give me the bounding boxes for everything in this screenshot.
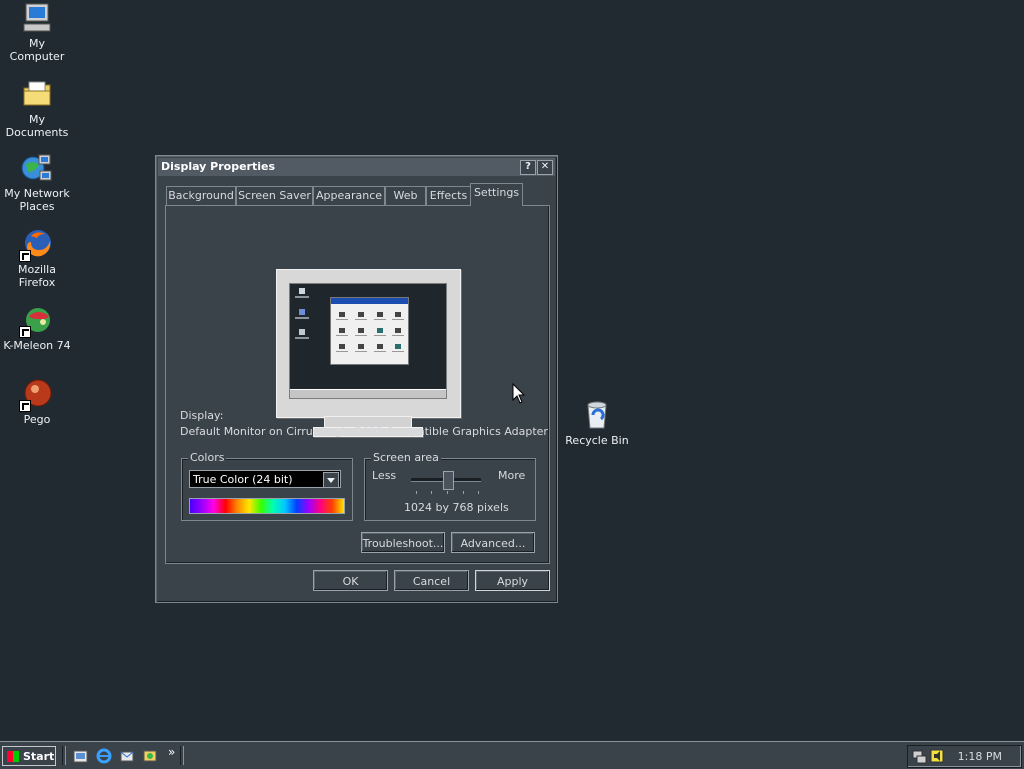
colors-group: Colors True Color (24 bit) [181, 451, 353, 521]
advanced-button[interactable]: Advanced... [451, 532, 535, 553]
cancel-button[interactable]: Cancel [394, 570, 469, 591]
internet-explorer-icon[interactable] [96, 748, 112, 764]
computer-icon [21, 2, 53, 34]
k-meleon-icon [19, 304, 53, 338]
colors-dropdown[interactable]: True Color (24 bit) [189, 470, 341, 488]
desktop-icon-label: K-Meleon 74 [3, 339, 71, 352]
settings-tab-panel: Display: Default Monitor on Cirrus Logic… [165, 205, 550, 564]
screen-area-group-title: Screen area [371, 451, 441, 464]
tab-screen-saver[interactable]: Screen Saver [236, 186, 313, 205]
documents-folder-icon [21, 78, 53, 110]
desktop-icon-recycle-bin[interactable]: Recycle Bin [560, 399, 634, 447]
shortcut-arrow-icon [19, 326, 31, 338]
desktop-icon-pego[interactable]: Pego [0, 378, 74, 426]
resolution-value-text: 1024 by 768 pixels [404, 501, 509, 514]
tab-effects[interactable]: Effects [426, 186, 471, 205]
slider-tick [447, 491, 448, 494]
network-globe-icon [21, 152, 53, 184]
colors-group-title: Colors [188, 451, 227, 464]
window-title: Display Properties [161, 160, 276, 173]
show-desktop-icon[interactable] [73, 748, 89, 764]
close-button[interactable]: ✕ [537, 160, 553, 175]
tab-web[interactable]: Web [385, 186, 426, 205]
desktop-icon-mozilla-firefox[interactable]: Mozilla Firefox [0, 228, 74, 289]
slider-tick [478, 491, 479, 494]
view-channels-icon[interactable] [142, 748, 158, 764]
help-button[interactable]: ? [520, 160, 536, 175]
slider-tick [416, 491, 417, 494]
system-tray: 1:18 PM [907, 745, 1022, 768]
outlook-express-icon[interactable] [119, 748, 135, 764]
tab-settings[interactable]: Settings [470, 183, 523, 206]
ok-button[interactable]: OK [313, 570, 388, 591]
desktop-icon-my-documents[interactable]: My Documents [0, 78, 74, 139]
display-properties-window: Display Properties ? ✕ Background Screen… [155, 155, 558, 603]
pego-icon [19, 378, 53, 412]
desktop-icon-label: My Network Places [4, 187, 70, 213]
taskbar-separator [180, 746, 184, 765]
desktop-icon-k-meleon[interactable]: K-Meleon 74 [0, 304, 74, 352]
start-button[interactable]: Start [2, 746, 56, 766]
colors-selected-value: True Color (24 bit) [193, 473, 293, 486]
quicklaunch-overflow-chevron[interactable]: » [168, 745, 175, 759]
taskbar-separator [62, 746, 66, 765]
color-spectrum-bar [189, 498, 345, 514]
recycle-bin-icon [581, 399, 613, 431]
chevron-down-icon[interactable] [323, 472, 339, 488]
firefox-icon [19, 228, 53, 262]
screen-area-less-label: Less [372, 469, 397, 482]
preview-taskbar [290, 389, 446, 398]
slider-tick [431, 491, 432, 494]
desktop-icon-label: My Computer [9, 37, 65, 63]
troubleshoot-button[interactable]: Troubleshoot... [361, 532, 445, 553]
screen-area-more-label: More [498, 469, 526, 482]
apply-button[interactable]: Apply [475, 570, 550, 591]
preview-window [330, 297, 409, 365]
start-label: Start [23, 750, 55, 763]
network-tray-icon[interactable] [911, 748, 927, 764]
windows-logo-icon [7, 751, 19, 762]
desktop-icon-label: Pego [23, 413, 51, 426]
taskbar: Start » 1:18 PM [0, 741, 1024, 769]
monitor-screen-preview [289, 283, 447, 399]
tab-background[interactable]: Background [166, 186, 236, 205]
monitor-preview [276, 269, 461, 418]
screen-area-group: Screen area Less More 1024 by 768 pixels [364, 451, 536, 521]
resolution-slider-thumb[interactable] [443, 471, 454, 490]
desktop-icon-label: My Documents [5, 113, 69, 139]
window-titlebar[interactable]: Display Properties ? ✕ [158, 158, 555, 176]
shortcut-arrow-icon [19, 250, 31, 262]
desktop-icon-my-network-places[interactable]: My Network Places [0, 152, 74, 213]
preview-window-icons [336, 312, 404, 352]
desktop-icon-label: Mozilla Firefox [18, 263, 56, 289]
shortcut-arrow-icon [19, 400, 31, 412]
desktop-icon-label: Recycle Bin [565, 434, 629, 447]
volume-tray-icon[interactable] [929, 748, 945, 764]
display-label: Display: [180, 409, 224, 422]
slider-tick [463, 491, 464, 494]
display-adapter-text: Default Monitor on Cirrus Logic 5446 Com… [180, 425, 548, 438]
tab-appearance[interactable]: Appearance [313, 186, 385, 205]
taskbar-clock[interactable]: 1:18 PM [958, 746, 1002, 767]
desktop-icon-my-computer[interactable]: My Computer [0, 2, 74, 63]
